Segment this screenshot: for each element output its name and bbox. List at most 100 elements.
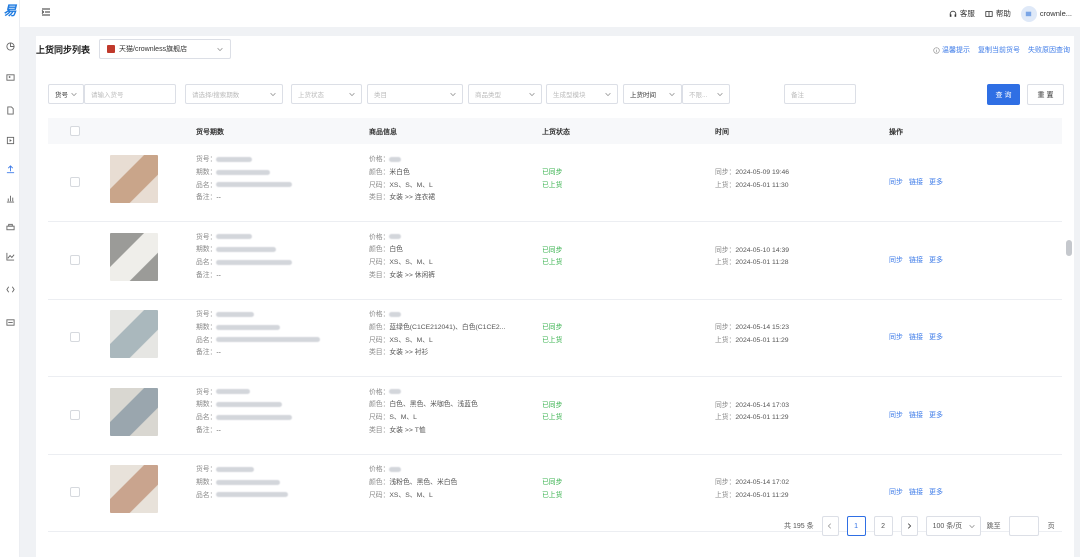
category-select[interactable]: 类目 — [367, 84, 463, 104]
page-2-button[interactable]: 2 — [873, 516, 893, 536]
card-icon[interactable] — [4, 316, 16, 328]
collapse-menu-icon[interactable] — [40, 6, 52, 18]
prev-page-button[interactable] — [821, 516, 839, 536]
code-icon[interactable] — [4, 283, 16, 295]
help-button[interactable]: 帮助 — [985, 8, 1011, 19]
name-label: 品名： — [196, 336, 217, 344]
time-type-select[interactable]: 上货时间 — [623, 84, 682, 104]
play-box-icon[interactable] — [4, 134, 16, 146]
more-action-link[interactable]: 更多 — [929, 487, 943, 497]
remark-input[interactable]: 备注 — [784, 84, 856, 104]
sku-value-redacted — [216, 156, 253, 162]
search-button[interactable]: 查 询 — [987, 84, 1020, 105]
more-action-link[interactable]: 更多 — [929, 255, 943, 265]
page-size-select[interactable]: 100 条/页 — [925, 516, 981, 536]
copy-sku-link[interactable]: 复制当前货号 — [978, 45, 1020, 55]
time-type-value: 上货时间 — [630, 92, 656, 99]
select-all-checkbox[interactable] — [70, 126, 80, 136]
period-value-redacted — [216, 324, 281, 330]
sync-time-value: 2024-05-10 14:39 — [735, 246, 790, 254]
more-action-link[interactable]: 更多 — [929, 177, 943, 187]
sync-action-link[interactable]: 同步 — [889, 332, 903, 342]
name-value-redacted — [216, 337, 321, 343]
failure-reason-link[interactable]: 失败原因查询 — [1028, 45, 1070, 55]
time-cell: 同步：2024-05-10 14:39 上货：2024-05-01 11:28 — [715, 245, 789, 271]
period-label: 期数： — [196, 246, 217, 254]
time-range-select[interactable]: 不限... — [682, 84, 730, 104]
more-action-link[interactable]: 更多 — [929, 332, 943, 342]
image-icon[interactable] — [4, 71, 16, 83]
sync-action-link[interactable]: 同步 — [889, 177, 903, 187]
product-thumbnail[interactable] — [110, 232, 158, 281]
more-action-link[interactable]: 更多 — [929, 410, 943, 420]
product-info-cell: 价格： 颜色：白色、黑色、米咖色、浅蓝色 尺码：S、M、L 类目：女装 >> T恤 — [369, 387, 478, 438]
tips-link[interactable]: 温馨提示 — [933, 45, 970, 55]
color-value: 白色、黑色、米咖色、浅蓝色 — [389, 401, 478, 409]
status-cell: 已同步 已上货 — [542, 245, 562, 271]
name-value-redacted — [216, 492, 289, 498]
document-icon[interactable] — [4, 104, 16, 116]
row-actions: 同步 链接 更多 — [889, 487, 943, 497]
dashboard-icon[interactable] — [4, 40, 16, 52]
time-range-placeholder: 不限... — [689, 92, 708, 99]
link-action-link[interactable]: 链接 — [909, 332, 923, 342]
table-row: 货号： 期数： 品名： 备注：-- 价格： 颜色：蓝绿色(C1CE212041)、白色(C… — [48, 299, 1062, 377]
table-row: 货号： 期数： 品名： 备注：-- 价格： 颜色：白色 尺码：XS、S、M、L 类目：女装 >… — [48, 222, 1062, 300]
store-select[interactable]: 天猫/crownless旗舰店 — [99, 39, 231, 59]
product-thumbnail[interactable] — [110, 465, 158, 513]
next-page-button[interactable] — [900, 516, 918, 536]
page-size-value: 100 条/页 — [932, 523, 963, 530]
period-select[interactable]: 请选择/搜索期数 — [185, 84, 283, 104]
product-thumbnail[interactable] — [110, 387, 158, 436]
size-value: XS、S、M、L — [389, 259, 433, 267]
remark-label: 备注： — [196, 349, 217, 357]
product-info-cell: 价格： 颜色：蓝绿色(C1CE212041)、白色(C1CE2... 尺码：XS、S… — [369, 309, 505, 360]
status-cell: 已同步 已上货 — [542, 167, 562, 193]
product-thumbnail[interactable] — [110, 310, 158, 358]
bar-chart-icon[interactable] — [4, 192, 16, 204]
category-label: 类目： — [369, 349, 390, 357]
chevron-down-icon — [968, 524, 975, 529]
upload-time-label: 上货： — [715, 259, 736, 267]
template-select[interactable]: 生成型模块 — [546, 84, 618, 104]
upload-time-label: 上货： — [715, 491, 736, 499]
row-checkbox[interactable] — [70, 487, 80, 497]
product-thumbnail[interactable] — [110, 155, 158, 203]
row-checkbox[interactable] — [70, 409, 80, 420]
sync-time-label: 同步： — [715, 479, 736, 486]
sync-action-link[interactable]: 同步 — [889, 410, 903, 420]
sync-action-link[interactable]: 同步 — [889, 255, 903, 265]
reset-button[interactable]: 重 置 — [1027, 84, 1064, 105]
upload-status-placeholder: 上货状态 — [298, 92, 324, 99]
link-action-link[interactable]: 链接 — [909, 487, 923, 497]
sku-value-redacted — [216, 234, 253, 240]
link-action-link[interactable]: 链接 — [909, 255, 923, 265]
line-chart-icon[interactable] — [4, 250, 16, 262]
upload-status-select[interactable]: 上货状态 — [291, 84, 362, 104]
upload-status: 已上货 — [542, 259, 563, 267]
row-checkbox[interactable] — [70, 177, 80, 187]
table-scrollbar[interactable] — [1066, 240, 1072, 256]
sku-input[interactable]: 请输入货号 — [84, 84, 176, 104]
field-type-select[interactable]: 货号 — [48, 84, 84, 104]
field-type-value: 货号 — [55, 92, 68, 99]
goto-page-input[interactable] — [1008, 516, 1039, 536]
product-type-select[interactable]: 商品类型 — [468, 84, 542, 104]
remark-value: -- — [216, 349, 221, 357]
customer-service-button[interactable]: 客服 — [949, 8, 975, 19]
link-action-link[interactable]: 链接 — [909, 410, 923, 420]
row-checkbox[interactable] — [70, 332, 80, 342]
category-value: 女装 >> 休闲裤 — [389, 271, 436, 279]
row-checkbox[interactable] — [70, 254, 80, 265]
upload-icon[interactable] — [4, 163, 16, 175]
chevron-right-icon — [907, 523, 912, 529]
upload-time-label: 上货： — [715, 336, 736, 344]
user-menu[interactable]: crownle... — [1020, 5, 1072, 22]
printer-icon[interactable] — [4, 221, 16, 233]
size-label: 尺码： — [369, 414, 390, 422]
page-1-button[interactable]: 1 — [846, 516, 866, 536]
remark-value: -- — [216, 271, 221, 279]
sync-action-link[interactable]: 同步 — [889, 487, 903, 497]
time-cell: 同步：2024-05-14 17:03 上货：2024-05-01 11:29 — [715, 400, 789, 426]
link-action-link[interactable]: 链接 — [909, 177, 923, 187]
